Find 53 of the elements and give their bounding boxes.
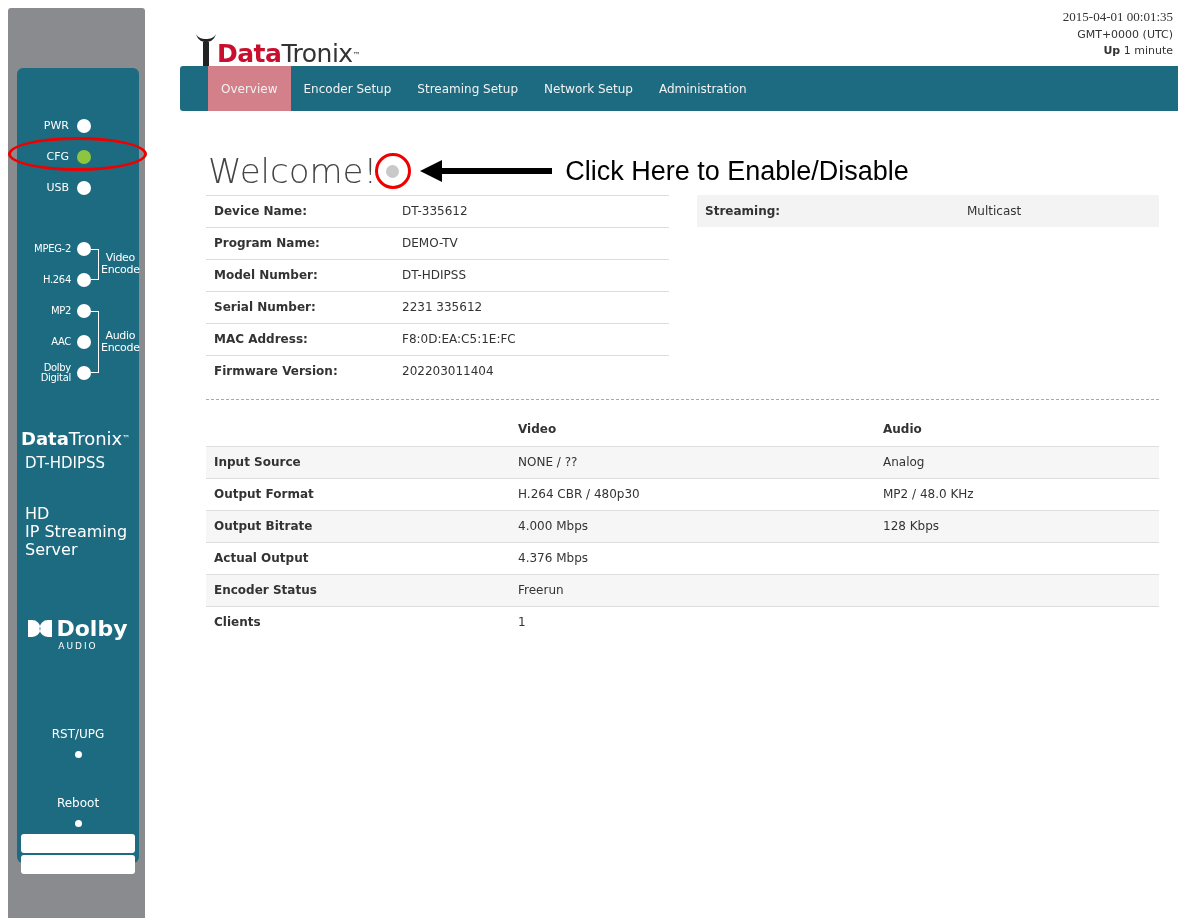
- field-label: MAC Address:: [206, 323, 394, 355]
- field-label: Streaming:: [697, 194, 959, 227]
- status-text: Up 1 minute: [1102, 42, 1173, 59]
- column-header: Video: [510, 400, 875, 446]
- led-label: USB: [45, 182, 69, 193]
- product-description: HD IP Streaming Server: [24, 504, 129, 560]
- welcome-heading: Welcome!: [208, 154, 378, 189]
- led-label: H.264: [41, 274, 71, 285]
- row-label: Output Bitrate: [206, 510, 510, 542]
- table-cell: 1: [510, 606, 875, 638]
- field-label: Device Name:: [206, 195, 394, 227]
- field-value: 202203011404: [394, 355, 669, 387]
- model-name: DT-HDIPSS: [24, 453, 107, 474]
- group-label: Video Encode: [101, 252, 140, 276]
- row-label: Encoder Status: [206, 574, 510, 606]
- field-value: Multicast: [959, 194, 1159, 227]
- field-value: F8:0D:EA:C5:1E:FC: [394, 323, 669, 355]
- nav-tab[interactable]: Network Setup: [531, 66, 646, 111]
- table-cell: Freerun: [510, 574, 875, 606]
- led-label: AAC: [50, 336, 71, 347]
- field-value: DT-335612: [394, 195, 669, 227]
- field-value: 2231 335612: [394, 291, 669, 323]
- panel-button[interactable]: Reboot: [56, 794, 100, 813]
- table-cell: 4.000 Mbps: [510, 510, 875, 542]
- field-value: DT-HDIPSS: [394, 259, 669, 291]
- table-cell: NONE / ??: [510, 446, 875, 478]
- field-label: Serial Number:: [206, 291, 394, 323]
- led-label: Dolby Digital: [39, 363, 71, 382]
- field-label: Program Name:: [206, 227, 394, 259]
- nav-tab[interactable]: Encoder Setup: [290, 66, 405, 111]
- brand-logo: DataTronix$^{™}$: [217, 41, 361, 66]
- brand-logo: DataTronix$^{™}$: [20, 430, 132, 448]
- table-cell: Analog: [875, 446, 1159, 478]
- table-cell: 128 Kbps: [875, 510, 1159, 542]
- field-label: Model Number:: [206, 259, 394, 291]
- column-header: Audio: [875, 400, 1159, 446]
- row-label: Input Source: [206, 446, 510, 478]
- dolby-subtitle: AUDIO: [58, 640, 98, 653]
- field-label: Firmware Version:: [206, 355, 394, 387]
- nav-tab[interactable]: Administration: [645, 66, 760, 111]
- status-text: GMT+0000 (UTC): [1076, 26, 1173, 43]
- nav-tab[interactable]: Streaming Setup: [404, 66, 532, 111]
- field-value: DEMO-TV: [394, 227, 669, 259]
- led-label: MP2: [49, 305, 71, 316]
- panel-button[interactable]: RST/UPG: [51, 725, 105, 744]
- led-label: MPEG-2: [33, 243, 71, 254]
- led-label: PWR: [42, 120, 69, 131]
- annotation-text: Click Here to Enable/Disable: [565, 155, 909, 188]
- dolby-wordmark: Dolby: [56, 617, 128, 640]
- status-text: 2015-04-01 00:01:35: [1062, 8, 1173, 26]
- row-label: Clients: [206, 606, 510, 638]
- group-label: Audio Encode: [101, 329, 140, 354]
- led-label: CFG: [45, 151, 69, 162]
